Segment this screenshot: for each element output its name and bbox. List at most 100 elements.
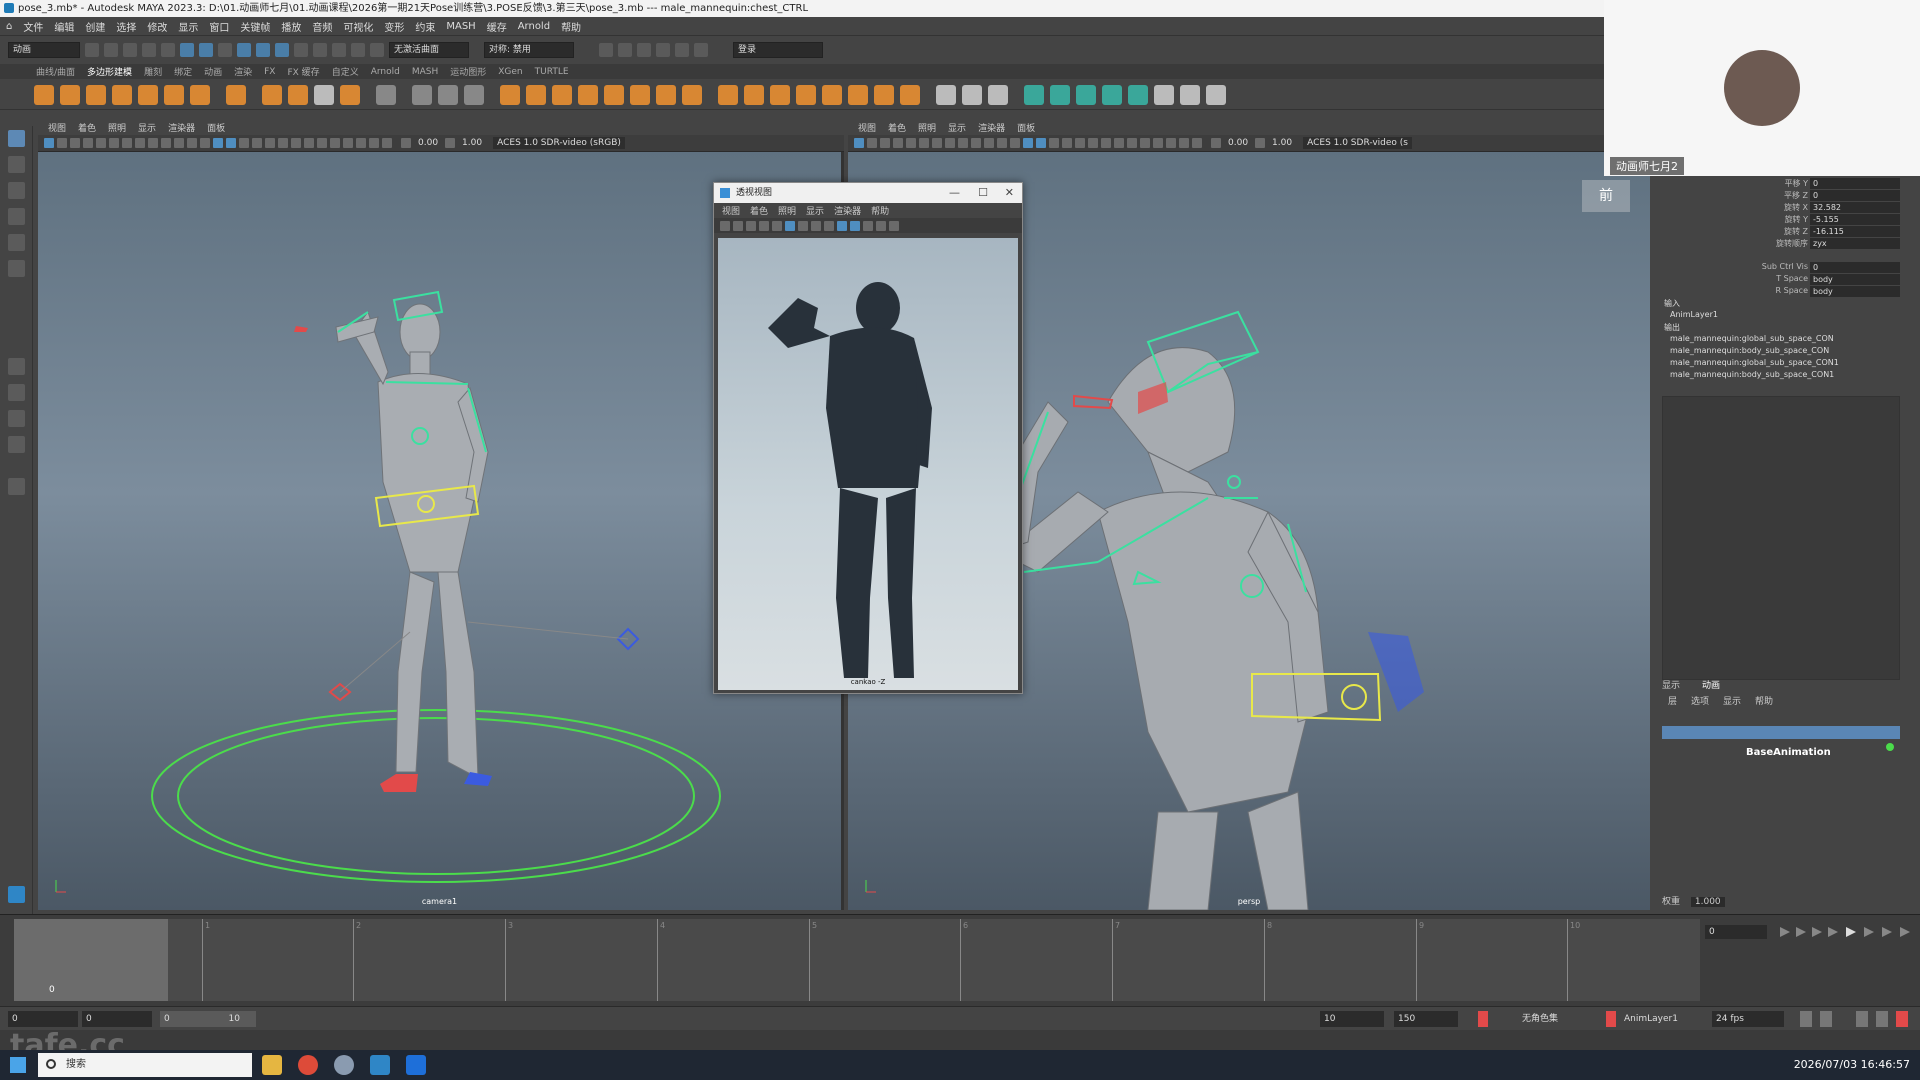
circularize-icon[interactable] [874, 84, 894, 105]
gamma-icon[interactable] [445, 138, 456, 148]
shelf-tab-sculpt[interactable]: 雕刻 [144, 65, 162, 78]
safe-title-icon[interactable] [200, 138, 210, 148]
anti-aliasing-icon[interactable] [1140, 138, 1150, 148]
wireframe-icon[interactable] [1023, 138, 1033, 148]
shelf-tab-poly-modeling[interactable]: 多边形建模 [87, 65, 132, 78]
windows-start-icon[interactable] [10, 1057, 26, 1073]
selection-mask-icon[interactable] [237, 43, 251, 57]
undo-icon[interactable] [142, 43, 156, 57]
anim-layer-row-selected[interactable] [1662, 726, 1900, 739]
merge-icon[interactable] [900, 84, 920, 105]
select-by-hierarchy-icon[interactable] [180, 43, 194, 57]
fps-dropdown[interactable]: 24 fps [1712, 1011, 1784, 1027]
vp-menu-view[interactable]: 视图 [48, 121, 66, 134]
ref-menu-lighting[interactable]: 照明 [778, 204, 796, 217]
shelf-tab-custom[interactable]: 自定义 [332, 65, 359, 78]
shadows-icon[interactable] [291, 138, 301, 148]
paint-select-icon[interactable] [8, 182, 25, 199]
lasso-tool-icon[interactable] [8, 156, 25, 173]
edge-loop-icon[interactable] [848, 84, 868, 105]
play-back-icon[interactable] [1828, 927, 1838, 937]
image-plane-icon[interactable] [893, 138, 903, 148]
menu-mash[interactable]: MASH [446, 21, 475, 32]
vp2-menu-shading[interactable]: 着色 [888, 121, 906, 134]
vp2-menu-show[interactable]: 显示 [948, 121, 966, 134]
image-plane-icon[interactable] [759, 220, 769, 231]
xray-icon[interactable] [1179, 138, 1189, 148]
hypershade-icon[interactable] [675, 43, 689, 57]
grid-toggle-icon[interactable] [122, 138, 132, 148]
poly-torus-icon[interactable] [138, 84, 158, 105]
depth-of-field-icon[interactable] [1153, 138, 1163, 148]
poly-disc-icon[interactable] [190, 84, 210, 105]
smooth-shade-icon[interactable] [1036, 138, 1046, 148]
uv-layout-icon[interactable] [1154, 84, 1174, 105]
shelf-tab-turtle[interactable]: TURTLE [535, 67, 569, 77]
two-view-icon[interactable] [8, 410, 25, 427]
grease-pencil-icon[interactable] [919, 138, 929, 148]
grid-toggle-icon[interactable] [785, 220, 795, 231]
exposure-icon[interactable] [401, 138, 411, 148]
ground-ring-outer[interactable] [151, 709, 721, 883]
gamma-value[interactable]: 1.00 [1268, 138, 1296, 148]
ref-window-titlebar[interactable]: 透视视图 — ☐ ✕ [714, 183, 1022, 203]
lights-icon[interactable] [278, 138, 288, 148]
resolution-gate-icon[interactable] [148, 138, 158, 148]
attr-rotate-y[interactable]: 旋转 Y -5.155 [1656, 214, 1904, 226]
maya-taskbar-icon[interactable] [370, 1055, 390, 1075]
wireframe-on-shaded-icon[interactable] [1062, 138, 1072, 148]
vp-menu-show[interactable]: 显示 [138, 121, 156, 134]
textured-icon[interactable] [265, 138, 275, 148]
menu-set-dropdown[interactable]: 动画 [8, 42, 80, 58]
lights-icon[interactable] [863, 220, 873, 231]
time-cursor[interactable] [14, 919, 168, 1001]
menu-select[interactable]: 选择 [116, 19, 136, 34]
pause-render-icon[interactable] [694, 43, 708, 57]
start-time-field[interactable]: 0 [8, 1011, 78, 1027]
shelf-tab-xgen[interactable]: XGen [498, 67, 522, 77]
menu-key[interactable]: 关键帧 [240, 19, 270, 34]
field-chart-icon[interactable] [174, 138, 184, 148]
vp2-menu-lighting[interactable]: 照明 [918, 121, 936, 134]
attr-translate-y[interactable]: 平移 Y0 [1656, 178, 1904, 190]
resolution-gate-icon[interactable] [811, 220, 821, 231]
taskbar-clock[interactable]: 2026/07/03 16:46:57 [1794, 1058, 1910, 1071]
multi-cut-icon[interactable] [936, 84, 956, 105]
attr-r-space[interactable]: R Space body [1656, 286, 1904, 298]
output-item[interactable]: male_mannequin:body_sub_space_CON [1670, 346, 1829, 355]
color-space-dropdown[interactable]: ACES 1.0 SDR-video (s [1303, 137, 1412, 149]
reduce-icon[interactable] [526, 84, 546, 105]
symmetry-dropdown[interactable]: 对称: 禁用 [484, 42, 574, 58]
ref-menu-renderer[interactable]: 渲染器 [834, 204, 861, 217]
shelf-tab-motion-graphics[interactable]: 运动图形 [450, 65, 486, 78]
film-gate-icon[interactable] [135, 138, 145, 148]
layer-menu-show[interactable]: 显示 [1723, 694, 1741, 707]
bridge-icon[interactable] [656, 84, 676, 105]
go-to-end-icon[interactable] [1900, 927, 1910, 937]
extrude-icon[interactable] [718, 84, 738, 105]
foot-ctrl-red[interactable] [380, 774, 418, 792]
menu-playback[interactable]: 播放 [281, 19, 301, 34]
minimize-icon[interactable]: — [949, 183, 960, 203]
new-scene-icon[interactable] [85, 43, 99, 57]
sew-uv-icon[interactable] [1206, 84, 1226, 105]
menu-help[interactable]: 帮助 [561, 19, 581, 34]
camera-attr-icon[interactable] [733, 220, 743, 231]
default-material-icon[interactable] [1049, 138, 1059, 148]
select-by-object-icon[interactable] [199, 43, 213, 57]
cut-uv-icon[interactable] [1180, 84, 1200, 105]
snap-point-icon[interactable] [351, 43, 365, 57]
shelf-tab-fx[interactable]: FX [264, 67, 275, 77]
view-cube[interactable]: 前 [1582, 180, 1630, 212]
gate-mask-icon[interactable] [161, 138, 171, 148]
current-frame-field[interactable]: 0 [1705, 925, 1767, 939]
film-gate-icon[interactable] [798, 220, 808, 231]
poly-platonic-icon[interactable] [226, 84, 246, 105]
fill-hole-icon[interactable] [630, 84, 650, 105]
outliner-layout-icon[interactable] [8, 436, 25, 453]
append-icon[interactable] [770, 84, 790, 105]
render-settings-icon[interactable] [656, 43, 670, 57]
auto-key-icon[interactable] [1478, 1011, 1488, 1027]
shadows-icon[interactable] [876, 220, 886, 231]
step-forward-icon[interactable] [1882, 927, 1892, 937]
